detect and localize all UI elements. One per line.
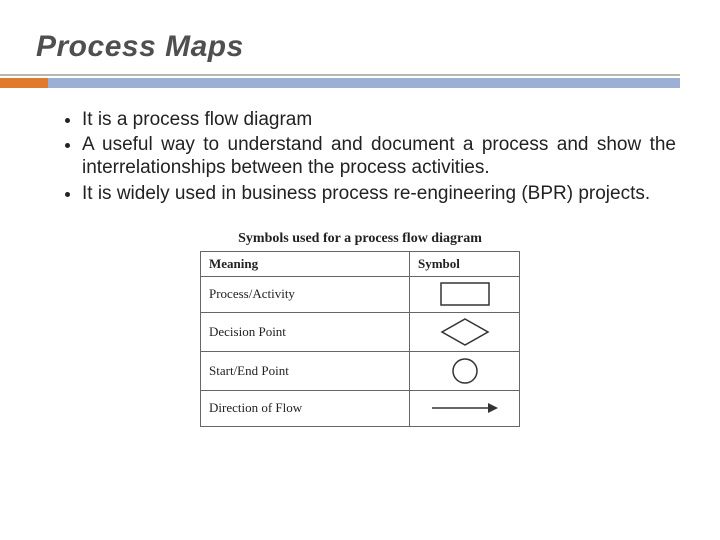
table-caption: Symbols used for a process flow diagram: [238, 231, 482, 247]
slide: Process Maps It is a process flow diagra…: [0, 0, 720, 540]
table-row: Decision Point: [201, 312, 520, 351]
bullet-item: It is a process flow diagram: [82, 108, 684, 131]
title-rule: [0, 72, 720, 90]
cell-symbol: [410, 312, 520, 351]
arrow-icon: [430, 399, 500, 417]
symbols-table-area: Symbols used for a process flow diagram …: [36, 231, 684, 427]
header-meaning: Meaning: [201, 251, 410, 276]
table-row: Process/Activity: [201, 276, 520, 312]
rule-band: [48, 78, 680, 88]
circle-icon: [450, 356, 480, 386]
cell-meaning: Start/End Point: [201, 351, 410, 390]
symbols-table: Meaning Symbol Process/Activity Decision…: [200, 251, 520, 427]
header-symbol: Symbol: [410, 251, 520, 276]
bullet-list: It is a process flow diagram A useful wa…: [36, 108, 684, 205]
rectangle-icon: [440, 282, 490, 306]
table-row: Start/End Point: [201, 351, 520, 390]
table-row: Direction of Flow: [201, 390, 520, 426]
bullet-item: A useful way to understand and document …: [82, 133, 684, 179]
cell-symbol: [410, 390, 520, 426]
rule-accent-block: [0, 78, 48, 88]
page-title: Process Maps: [36, 30, 684, 64]
cell-meaning: Decision Point: [201, 312, 410, 351]
bullet-item: It is widely used in business process re…: [82, 182, 684, 205]
cell-meaning: Process/Activity: [201, 276, 410, 312]
cell-symbol: [410, 276, 520, 312]
cell-meaning: Direction of Flow: [201, 390, 410, 426]
table-header-row: Meaning Symbol: [201, 251, 520, 276]
diamond-icon: [440, 317, 490, 347]
rule-top-line: [0, 74, 680, 76]
cell-symbol: [410, 351, 520, 390]
